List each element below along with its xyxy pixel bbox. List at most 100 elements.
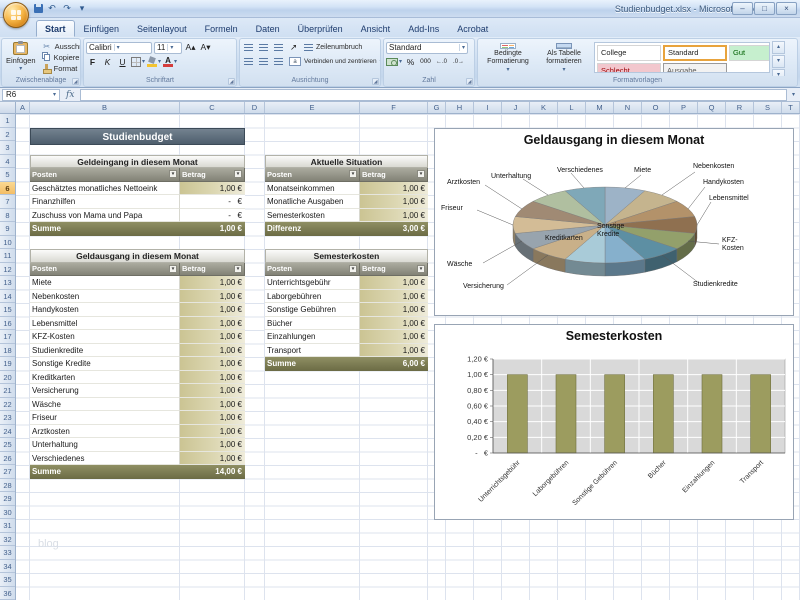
select-all-corner[interactable] [0, 102, 16, 114]
row-header-33[interactable]: 33 [0, 546, 15, 560]
column-header-R[interactable]: R [726, 102, 754, 114]
cell-style-college[interactable]: College [597, 45, 661, 61]
cell-betrag[interactable]: 1,00 € [360, 317, 428, 331]
number-format-select[interactable]: Standard▾ [386, 42, 468, 54]
cell-posten[interactable]: Transport [265, 344, 360, 358]
align-bottom-button[interactable] [272, 42, 285, 54]
cell-style-schlecht[interactable]: Schlecht [597, 63, 661, 73]
font-dialog-launcher-icon[interactable]: ◢ [228, 78, 235, 85]
cell-posten[interactable]: Wäsche [30, 398, 180, 412]
format-painter-button[interactable]: Format übertragen [40, 64, 80, 74]
cell-betrag[interactable]: 1,00 € [180, 182, 245, 196]
row-header-25[interactable]: 25 [0, 438, 15, 452]
cell-posten[interactable]: Handykosten [30, 303, 180, 317]
cell-betrag[interactable]: 1,00 € [360, 195, 428, 209]
cell-posten[interactable]: Unterrichtsgebühr [265, 276, 360, 290]
borders-button[interactable]: ▾ [131, 56, 145, 68]
cell-betrag[interactable]: 1,00 € [180, 330, 245, 344]
cell-betrag[interactable]: - € [180, 195, 245, 209]
cut-button[interactable]: ✂Ausschneiden [40, 41, 80, 51]
cell-betrag[interactable]: 1,00 € [180, 303, 245, 317]
grow-font-button[interactable]: A▴ [184, 42, 197, 54]
italic-button[interactable]: K [101, 56, 114, 68]
copy-button[interactable]: Kopieren [40, 52, 80, 62]
tab-daten[interactable]: Daten [247, 20, 289, 37]
cell-posten[interactable]: Versicherung [30, 384, 180, 398]
bar-Unterrichtsgebühr[interactable] [507, 375, 527, 453]
row-header-12[interactable]: 12 [0, 263, 15, 277]
cell-style-gut[interactable]: Gut [729, 45, 770, 61]
wrap-text-button[interactable]: Zeilenumbruch [302, 42, 364, 53]
table-title[interactable]: Aktuelle Situation [265, 155, 428, 169]
align-middle-button[interactable] [257, 42, 270, 54]
row-header-9[interactable]: 9 [0, 222, 15, 236]
bar-Sonstige Gebühren[interactable] [605, 375, 625, 453]
cell-posten[interactable]: Semesterkosten [265, 209, 360, 223]
column-header-H[interactable]: H [446, 102, 474, 114]
row-header-2[interactable]: 2 [0, 128, 15, 142]
column-header-I[interactable]: I [474, 102, 502, 114]
bar-Transport[interactable] [751, 375, 771, 453]
gallery-down-icon[interactable]: ▾ [772, 55, 785, 68]
row-header-28[interactable]: 28 [0, 479, 15, 493]
row-header-35[interactable]: 35 [0, 573, 15, 587]
table-title[interactable]: Geldausgang in diesem Monat [30, 249, 245, 263]
row-header-30[interactable]: 30 [0, 506, 15, 520]
format-as-table-button[interactable]: Als Tabelle formatieren ▾ [536, 41, 592, 74]
filter-dropdown-icon[interactable]: ▾ [169, 265, 177, 273]
cell-style-standard[interactable]: Standard [663, 45, 727, 61]
column-header-C[interactable]: C [180, 102, 245, 114]
close-button[interactable]: × [776, 2, 797, 15]
footer-value[interactable]: 6,00 € [400, 357, 428, 371]
filter-dropdown-icon[interactable]: ▾ [169, 170, 177, 178]
row-header-24[interactable]: 24 [0, 425, 15, 439]
row-header-21[interactable]: 21 [0, 384, 15, 398]
column-header-B[interactable]: B [30, 102, 180, 114]
formula-bar-expand-icon[interactable]: ▾ [789, 91, 798, 98]
clipboard-dialog-launcher-icon[interactable]: ◢ [72, 78, 79, 85]
cell-betrag[interactable]: 1,00 € [180, 398, 245, 412]
filter-dropdown-icon[interactable]: ▾ [417, 170, 425, 178]
row-header-26[interactable]: 26 [0, 452, 15, 466]
footer-value[interactable]: 1,00 € [217, 222, 245, 236]
cell-posten[interactable]: Lebensmittel [30, 317, 180, 331]
row-header-13[interactable]: 13 [0, 276, 15, 290]
row-header-36[interactable]: 36 [0, 587, 15, 600]
row-header-14[interactable]: 14 [0, 290, 15, 304]
cell-posten[interactable]: Laborgebühren [265, 290, 360, 304]
table-title[interactable]: Semesterkosten [265, 249, 428, 263]
align-center-button[interactable] [257, 56, 270, 68]
cell-posten[interactable]: Nebenkosten [30, 290, 180, 304]
align-top-button[interactable] [242, 42, 255, 54]
table-column-betrag[interactable]: Betrag▾ [180, 263, 245, 277]
shrink-font-button[interactable]: A▾ [199, 42, 212, 54]
cell-betrag[interactable]: 1,00 € [180, 317, 245, 331]
cell-betrag[interactable]: 1,00 € [180, 452, 245, 466]
increase-decimal-button[interactable]: ←.0 [434, 58, 449, 66]
row-header-32[interactable]: 32 [0, 533, 15, 547]
bar-Laborgebühren[interactable] [556, 375, 576, 453]
row-header-29[interactable]: 29 [0, 492, 15, 506]
cell-betrag[interactable]: 1,00 € [180, 290, 245, 304]
number-dialog-launcher-icon[interactable]: ◢ [466, 78, 473, 85]
table-title[interactable]: Geldeingang in diesem Monat [30, 155, 245, 169]
alignment-dialog-launcher-icon[interactable]: ◢ [372, 78, 379, 85]
cell-betrag[interactable]: 1,00 € [360, 276, 428, 290]
orientation-button[interactable]: ↗ [287, 42, 300, 54]
cell-betrag[interactable]: 1,00 € [180, 384, 245, 398]
table-column-betrag[interactable]: Betrag▾ [180, 168, 245, 182]
column-header-A[interactable]: A [16, 102, 30, 114]
column-header-O[interactable]: O [642, 102, 670, 114]
align-left-button[interactable] [242, 56, 255, 68]
merge-center-button[interactable]: aVerbinden und zentrieren▾ [287, 56, 380, 67]
row-header-34[interactable]: 34 [0, 560, 15, 574]
table-column-betrag[interactable]: Betrag▾ [360, 263, 428, 277]
save-icon[interactable] [34, 4, 43, 13]
cell-posten[interactable]: KFZ-Kosten [30, 330, 180, 344]
row-header-3[interactable]: 3 [0, 141, 15, 155]
bar-chart[interactable]: Semesterkosten- €0,20 €0,40 €0,60 €0,80 … [434, 324, 794, 520]
cell-posten[interactable]: Friseur [30, 411, 180, 425]
filter-dropdown-icon[interactable]: ▾ [234, 170, 242, 178]
cell-posten[interactable]: Sonstige Gebühren [265, 303, 360, 317]
row-header-17[interactable]: 17 [0, 330, 15, 344]
